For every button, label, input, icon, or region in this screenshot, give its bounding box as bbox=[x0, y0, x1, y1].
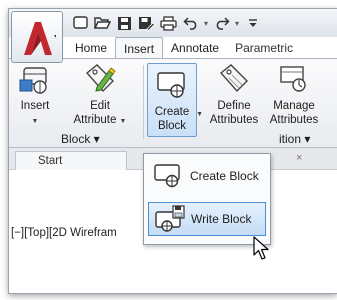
panel-divider bbox=[143, 65, 144, 139]
insert-label: Insert bbox=[20, 100, 50, 112]
manage-attributes-label-2: Attributes bbox=[269, 114, 319, 126]
save-as-icon[interactable] bbox=[137, 14, 156, 33]
chevron-down-icon: ▼ bbox=[119, 118, 127, 125]
undo-icon[interactable] bbox=[181, 14, 200, 33]
edit-attribute-label-2: Attribute bbox=[73, 114, 117, 126]
manage-attributes-label-1: Manage bbox=[273, 100, 315, 112]
ribbon-tabs: Home Insert Annotate Parametric bbox=[67, 37, 301, 59]
edit-attribute-icon bbox=[85, 64, 116, 93]
viewport-controls-label[interactable]: [−][Top][2D Wirefram bbox=[11, 227, 117, 239]
edit-attribute-label-1: Edit bbox=[90, 100, 110, 112]
define-attributes-icon bbox=[219, 64, 248, 93]
panel-definition-label[interactable]: ition ▾ bbox=[279, 132, 310, 146]
insert-block-button[interactable]: Insert ▼ bbox=[15, 63, 55, 129]
define-attributes-label-2: Attributes bbox=[209, 114, 259, 126]
edit-attribute-button[interactable]: Edit Attribute ▼ bbox=[65, 63, 135, 129]
autocad-logo-icon bbox=[24, 22, 56, 55]
menu-item-create-block[interactable]: Create Block bbox=[148, 159, 266, 193]
tab-parametric[interactable]: Parametric bbox=[227, 37, 301, 59]
open-folder-icon[interactable] bbox=[93, 14, 112, 33]
write-block-icon bbox=[155, 205, 185, 232]
application-menu-button[interactable] bbox=[11, 11, 63, 63]
panel-block-label[interactable]: Block ▾ bbox=[61, 132, 100, 146]
manage-attributes-button[interactable]: Manage Attributes bbox=[265, 63, 323, 127]
menu-item-write-block[interactable]: Write Block bbox=[148, 202, 266, 236]
customize-dropdown-icon[interactable] bbox=[243, 14, 262, 33]
chevron-down-icon: ▼ bbox=[31, 118, 39, 125]
tab-start[interactable]: Start bbox=[15, 151, 127, 170]
undo-dropdown-icon[interactable]: ▾ bbox=[203, 14, 209, 33]
save-icon[interactable] bbox=[115, 14, 134, 33]
quick-access-toolbar: ▾ ▾ bbox=[71, 12, 262, 34]
create-block-label-1: Create bbox=[154, 106, 190, 118]
application-window: ▾ ▾ Home Insert Annotate Parametric Inse… bbox=[8, 8, 337, 294]
create-block-button[interactable]: Create Block ▼ bbox=[147, 63, 203, 137]
define-attributes-button[interactable]: Define Attributes bbox=[205, 63, 263, 127]
redo-icon[interactable] bbox=[212, 14, 231, 33]
manage-attributes-icon bbox=[280, 66, 306, 92]
tab-insert[interactable]: Insert bbox=[115, 37, 164, 59]
insert-block-icon bbox=[19, 67, 47, 94]
create-block-icon bbox=[157, 72, 185, 98]
new-file-icon[interactable] bbox=[71, 14, 90, 33]
menu-item-label: Create Block bbox=[190, 169, 259, 183]
tab-annotate[interactable]: Annotate bbox=[163, 37, 227, 59]
panel-labels: Block ▾ ition ▾ bbox=[9, 130, 337, 148]
print-icon[interactable] bbox=[159, 14, 178, 33]
close-icon[interactable]: × bbox=[296, 152, 302, 164]
menu-item-label: Write Block bbox=[191, 212, 252, 226]
define-attributes-label-1: Define bbox=[217, 100, 251, 112]
tab-home[interactable]: Home bbox=[67, 37, 115, 59]
chevron-down-icon[interactable]: ▼ bbox=[196, 108, 203, 122]
redo-dropdown-icon[interactable]: ▾ bbox=[234, 14, 240, 33]
create-block-icon bbox=[154, 164, 180, 188]
create-block-dropdown: Create Block Write Block bbox=[143, 153, 271, 245]
mouse-pointer-icon bbox=[253, 236, 269, 260]
